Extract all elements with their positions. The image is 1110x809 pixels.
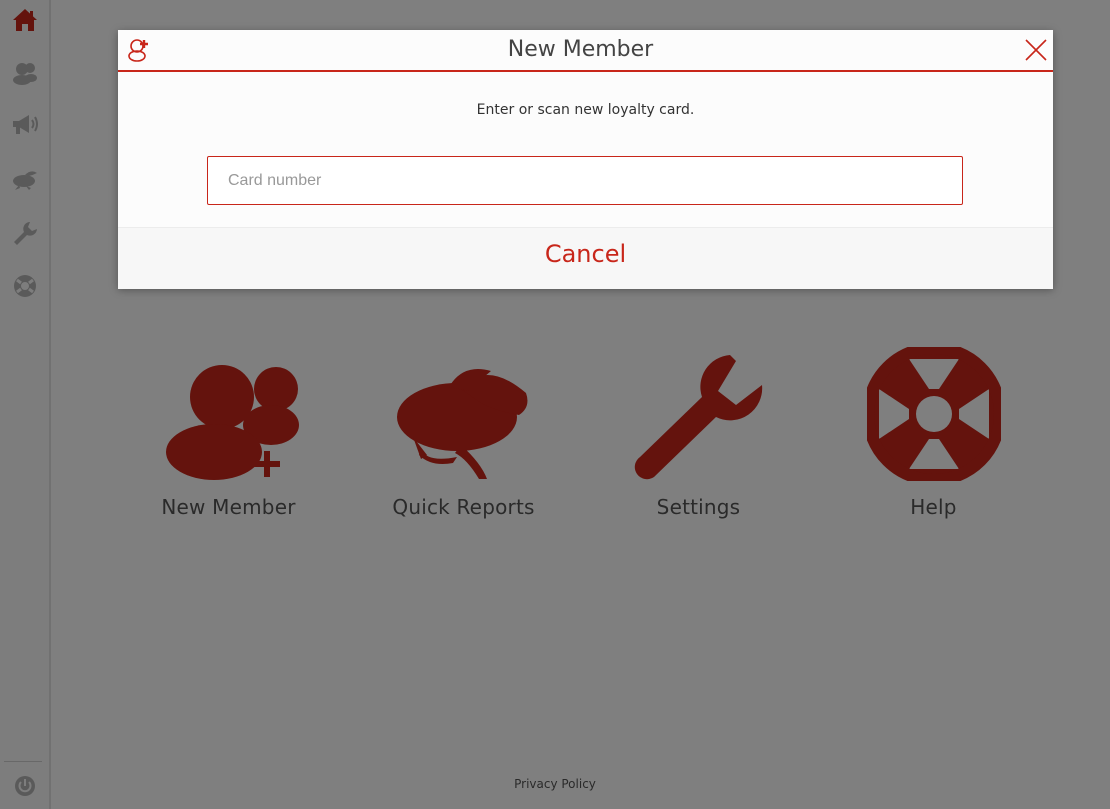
card-number-input[interactable]: [207, 156, 963, 205]
cancel-button[interactable]: Cancel: [118, 239, 1053, 269]
dialog-message: Enter or scan new loyalty card.: [476, 102, 695, 118]
dialog-header: New Member: [118, 30, 1053, 72]
dialog-title: New Member: [507, 37, 654, 62]
dialog-footer: Cancel: [118, 227, 1053, 289]
new-member-dialog: New Member Enter or scan new loyalty car…: [118, 30, 1053, 289]
close-icon[interactable]: [1024, 38, 1048, 62]
